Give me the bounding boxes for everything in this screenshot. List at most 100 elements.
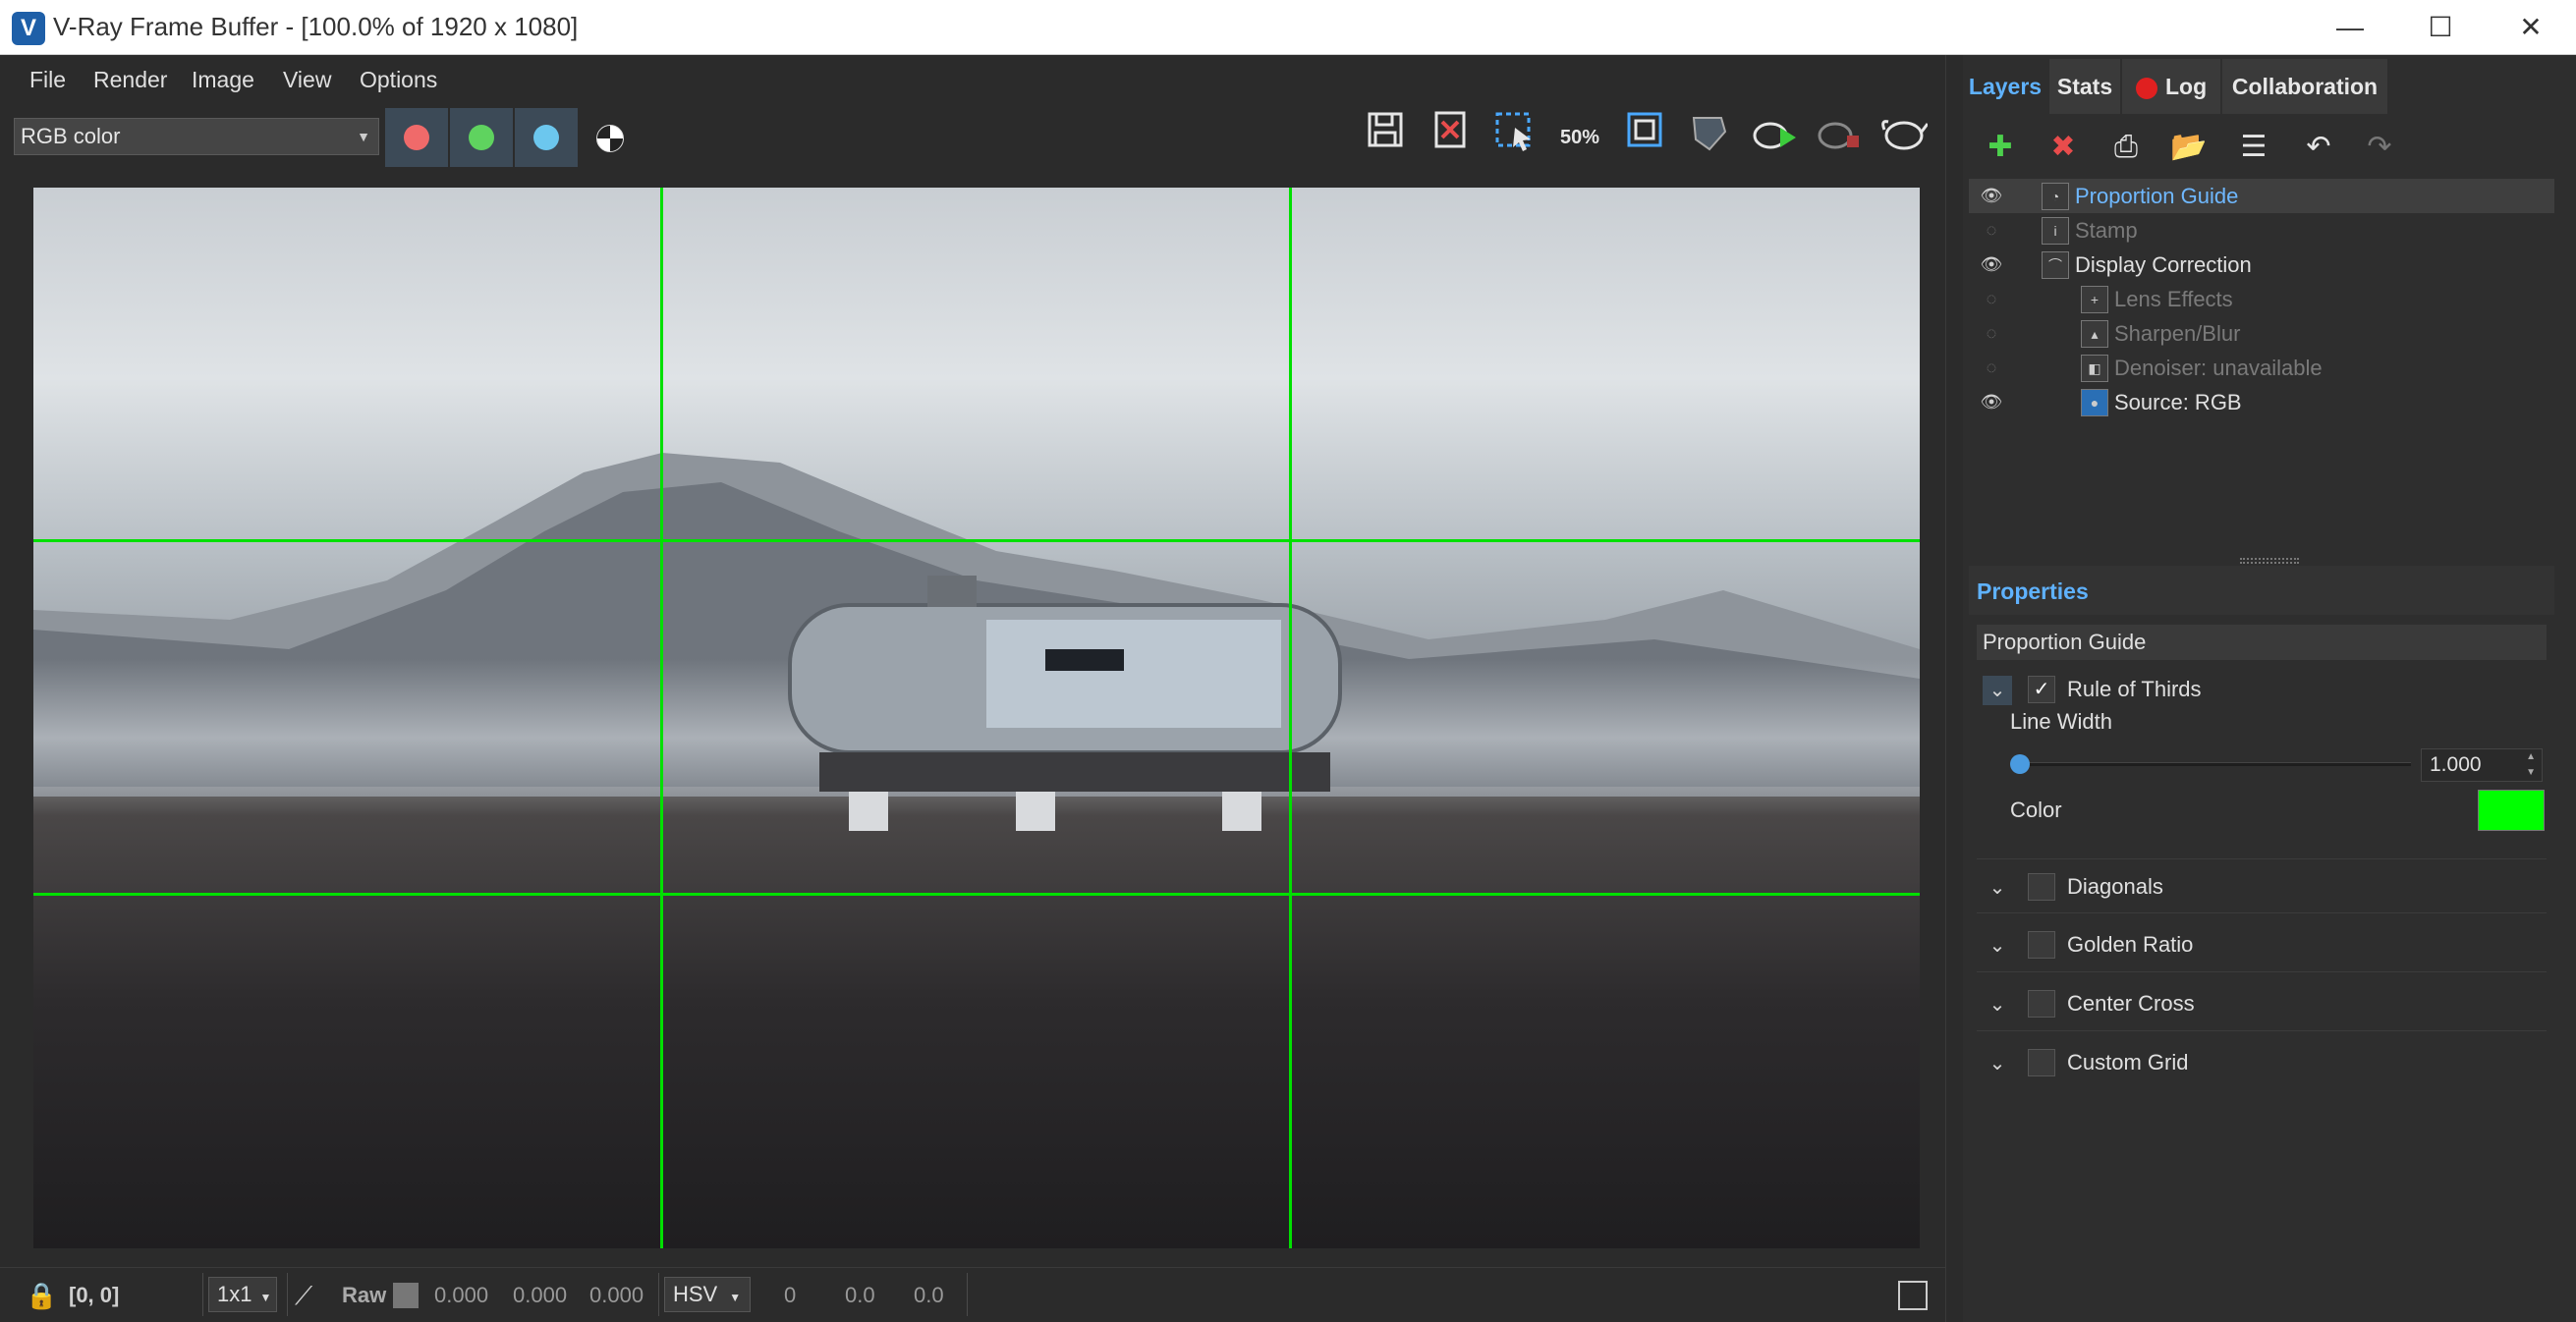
layer-row-proportion-guide[interactable]: 👁 ◔ Proportion Guide <box>1969 179 2554 213</box>
close-button[interactable]: ✕ <box>2486 0 2576 55</box>
thirds-line-horizontal-2 <box>33 893 1920 896</box>
blue-channel-button[interactable] <box>515 108 578 167</box>
section-diagonals[interactable]: ⌄ Diagonals <box>1977 858 2547 913</box>
layer-name: Sharpen/Blur <box>2114 321 2241 346</box>
save-layers-icon[interactable]: ⎙ <box>2099 120 2154 175</box>
render-viewport[interactable] <box>33 188 1920 1248</box>
monochrome-icon <box>596 125 624 152</box>
green-channel-button[interactable] <box>450 108 513 167</box>
menu-view[interactable]: View <box>283 55 331 104</box>
custom-grid-checkbox[interactable] <box>2028 1049 2055 1076</box>
layer-name: Proportion Guide <box>2075 184 2239 208</box>
zoom-50-icon[interactable]: 50% <box>1552 110 1607 165</box>
section-label: Golden Ratio <box>2067 932 2194 957</box>
diagonals-checkbox[interactable] <box>2028 873 2055 901</box>
separator <box>967 1273 968 1316</box>
eye-hidden-icon[interactable]: ◌ <box>1977 316 2006 351</box>
walking-vehicle <box>788 576 1342 831</box>
compare-icon[interactable] <box>1682 110 1737 165</box>
region-render-icon[interactable] <box>1487 110 1542 165</box>
layer-row-sharpen-blur[interactable]: ◌ ▴ Sharpen/Blur <box>1969 316 2554 351</box>
redo-icon[interactable]: ↷ <box>2352 120 2407 175</box>
raw-b-value: 0.000 <box>589 1283 644 1307</box>
stop-render-icon[interactable] <box>1812 110 1867 165</box>
layer-name: Denoiser: unavailable <box>2114 356 2323 380</box>
layer-row-lens-effects[interactable]: ◌ + Lens Effects <box>1969 282 2554 316</box>
start-interactive-icon[interactable] <box>1747 110 1802 165</box>
tab-stats[interactable]: Stats <box>2049 59 2120 114</box>
line-width-slider[interactable] <box>2018 762 2411 766</box>
channel-select-value: RGB color <box>21 124 121 148</box>
eye-hidden-icon[interactable]: ◌ <box>1977 213 2006 248</box>
section-center-cross[interactable]: ⌄ Center Cross <box>1977 976 2547 1031</box>
thirds-line-horizontal-1 <box>33 539 1920 542</box>
status-bar <box>0 1267 1945 1322</box>
undo-icon[interactable]: ↶ <box>2291 120 2346 175</box>
panel-splitter[interactable] <box>1945 55 1963 1322</box>
menu-options[interactable]: Options <box>360 55 437 104</box>
layer-row-stamp[interactable]: ◌ i Stamp <box>1969 213 2554 248</box>
eye-icon[interactable]: 👁 <box>1977 248 2006 282</box>
properties-title: Properties <box>1977 578 2089 604</box>
red-channel-button[interactable] <box>385 108 448 167</box>
eye-icon[interactable]: 👁 <box>1977 179 2006 213</box>
lock-icon[interactable]: 🔒 <box>26 1279 57 1312</box>
line-width-input[interactable]: 1.000 ▲ ▼ <box>2421 748 2543 782</box>
spinner-icon[interactable]: ▲ ▼ <box>2526 749 2536 781</box>
proportion-guide-icon: ◔ <box>2042 183 2069 210</box>
separator <box>658 1273 659 1316</box>
tab-log[interactable]: Log <box>2122 59 2220 114</box>
maximize-button[interactable]: ☐ <box>2395 0 2486 55</box>
expand-icon[interactable]: ⌄ <box>1983 1049 2012 1078</box>
sampling-select[interactable]: 1x1 ▼ <box>208 1277 277 1312</box>
add-layer-icon[interactable]: ✚ <box>1973 120 2028 175</box>
layer-row-denoiser[interactable]: ◌ ◧ Denoiser: unavailable <box>1969 351 2554 385</box>
chevron-down-icon: ▼ <box>259 1291 272 1304</box>
layer-row-source-rgb[interactable]: 👁 ● Source: RGB <box>1969 385 2554 419</box>
saturation-value: 0.0 <box>845 1283 875 1307</box>
sharpen-blur-icon: ▴ <box>2081 320 2108 348</box>
load-layers-icon[interactable]: 📂 <box>2161 120 2216 175</box>
curve-icon[interactable]: ⟋ <box>295 1279 312 1312</box>
section-golden-ratio[interactable]: ⌄ Golden Ratio <box>1977 917 2547 972</box>
raw-r-value: 0.000 <box>434 1283 489 1307</box>
layers-resize-handle[interactable] <box>2240 558 2299 564</box>
center-cross-checkbox[interactable] <box>2028 990 2055 1018</box>
delete-layer-icon[interactable]: ✖ <box>2036 120 2091 175</box>
tab-layers[interactable]: Layers <box>1963 59 2047 114</box>
section-custom-grid[interactable]: ⌄ Custom Grid <box>1977 1035 2547 1090</box>
log-error-icon <box>2136 77 2157 99</box>
menu-render[interactable]: Render <box>93 55 167 104</box>
layer-presets-icon[interactable]: ☰ <box>2226 120 2281 175</box>
expand-icon[interactable]: ⌄ <box>1983 931 2012 961</box>
value-value: 0.0 <box>914 1283 944 1307</box>
monochrome-button[interactable] <box>580 108 639 167</box>
tab-collaboration[interactable]: Collaboration <box>2222 59 2387 114</box>
color-mode-select[interactable]: HSV ▼ <box>664 1277 751 1312</box>
rgb-source-icon: ● <box>2081 389 2108 416</box>
thirds-line-vertical-1 <box>660 188 663 1248</box>
fit-icon[interactable] <box>1617 110 1672 165</box>
clear-image-icon[interactable] <box>1423 110 1478 165</box>
chevron-down-icon: ▼ <box>729 1291 742 1304</box>
eye-icon[interactable]: 👁 <box>1977 385 2006 419</box>
eye-hidden-icon[interactable]: ◌ <box>1977 351 2006 385</box>
guide-color-swatch[interactable] <box>2478 790 2545 831</box>
expand-icon[interactable]: ⌄ <box>1983 990 2012 1019</box>
line-width-slider-handle[interactable] <box>2010 754 2030 774</box>
menu-file[interactable]: File <box>29 55 66 104</box>
expand-icon[interactable]: ⌄ <box>1983 873 2012 903</box>
minimize-button[interactable]: — <box>2305 0 2395 55</box>
render-icon[interactable] <box>1876 110 1932 165</box>
toggle-panel-icon[interactable] <box>1898 1281 1928 1310</box>
eye-hidden-icon[interactable]: ◌ <box>1977 282 2006 316</box>
sampling-value: 1x1 <box>217 1282 252 1306</box>
layer-row-display-correction[interactable]: 👁 ⌒ Display Correction <box>1969 248 2554 282</box>
save-icon[interactable] <box>1358 110 1413 165</box>
golden-ratio-checkbox[interactable] <box>2028 931 2055 959</box>
rule-of-thirds-checkbox[interactable]: ✓ <box>2028 676 2055 703</box>
rocky-foreground <box>33 797 1920 1248</box>
collapse-icon[interactable]: ⌄ <box>1983 676 2012 705</box>
menu-image[interactable]: Image <box>192 55 254 104</box>
channel-select[interactable]: RGB color ▼ <box>14 118 379 155</box>
